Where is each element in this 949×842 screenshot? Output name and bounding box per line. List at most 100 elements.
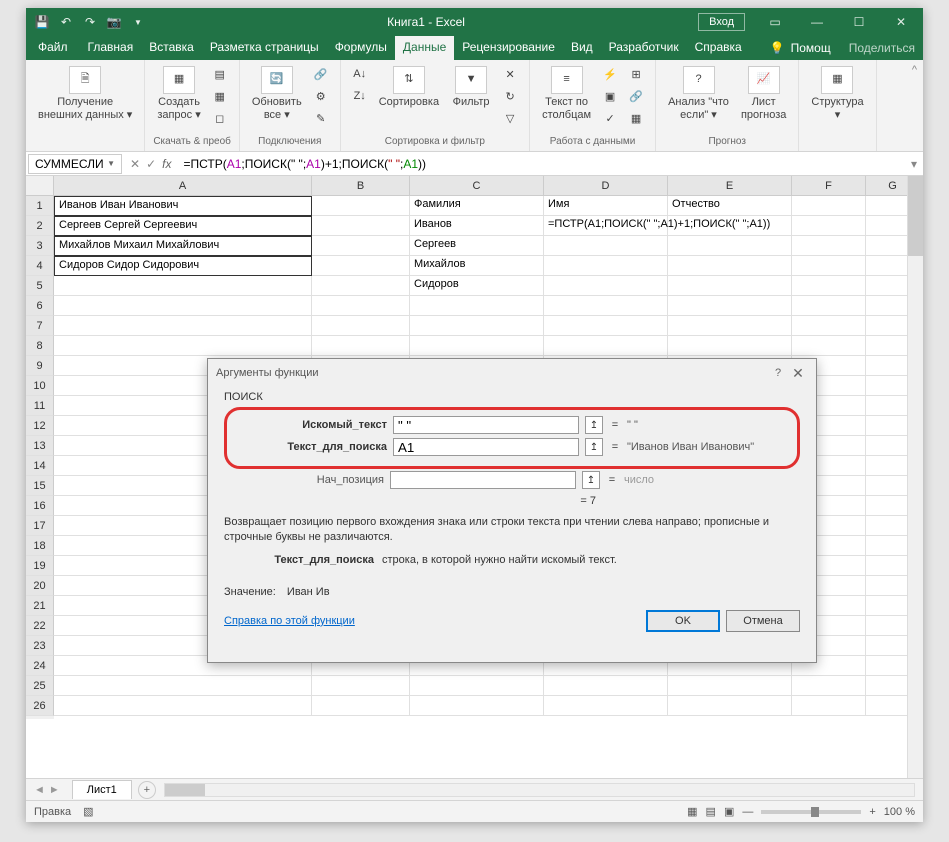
row-header-1[interactable]: 1 [26,196,54,216]
zoom-level[interactable]: 100 % [884,806,915,818]
arg3-collapse-icon[interactable]: ↥ [582,471,600,489]
cancel-formula-icon[interactable]: ✕ [130,157,140,171]
row-header-23[interactable]: 23 [26,636,54,656]
cell-C6[interactable] [410,296,544,316]
row-header-22[interactable]: 22 [26,616,54,636]
row-header-9[interactable]: 9 [26,356,54,376]
cell-F6[interactable] [792,296,866,316]
arg1-input[interactable] [393,416,579,434]
cell-C8[interactable] [410,336,544,356]
cell-D26[interactable] [544,696,668,716]
relationships-icon[interactable]: 🔗 [625,86,647,106]
tab-home[interactable]: Главная [80,36,142,60]
zoom-slider[interactable] [761,810,861,814]
cell-C25[interactable] [410,676,544,696]
sort-za-icon[interactable]: Z↓ [349,86,371,106]
row-header-16[interactable]: 16 [26,496,54,516]
row-header-10[interactable]: 10 [26,376,54,396]
cell-B4[interactable] [312,256,410,276]
ok-button[interactable]: OK [646,610,720,632]
cell-B7[interactable] [312,316,410,336]
data-validation-icon[interactable]: ✓ [599,108,621,128]
arg3-input[interactable] [390,471,576,489]
minimize-icon[interactable]: ― [797,8,837,36]
cell-B26[interactable] [312,696,410,716]
cell-F8[interactable] [792,336,866,356]
col-header-D[interactable]: D [544,176,668,196]
row-header-15[interactable]: 15 [26,476,54,496]
cell-C1[interactable]: Фамилия [410,196,544,216]
tab-data[interactable]: Данные [395,36,454,60]
edit-links-icon[interactable]: ✎ [310,108,332,128]
cell-F4[interactable] [792,256,866,276]
cell-D2[interactable]: =ПСТР(A1;ПОИСК(" ";A1)+1;ПОИСК(" ";A1)) [544,216,668,236]
enter-formula-icon[interactable]: ✓ [146,157,156,171]
cell-C26[interactable] [410,696,544,716]
clear-filter-icon[interactable]: ✕ [499,64,521,84]
data-model-icon[interactable]: ▦ [625,108,647,128]
zoom-out-icon[interactable]: ― [742,806,753,818]
sheet-nav-next-icon[interactable]: ► [49,784,60,796]
outline-button[interactable]: ▦Структура ▾ [807,64,867,124]
row-header-18[interactable]: 18 [26,536,54,556]
cell-A7[interactable] [54,316,312,336]
cell-D25[interactable] [544,676,668,696]
row-header-4[interactable]: 4 [26,256,54,276]
cell-A2[interactable]: Сергеев Сергей Сергеевич [54,216,312,236]
col-header-E[interactable]: E [668,176,792,196]
tab-formulas[interactable]: Формулы [327,36,395,60]
collapse-ribbon-icon[interactable]: ^ [906,60,923,151]
dialog-help-icon[interactable]: ? [768,367,788,379]
cell-F25[interactable] [792,676,866,696]
cell-A8[interactable] [54,336,312,356]
row-header-21[interactable]: 21 [26,596,54,616]
row-header-24[interactable]: 24 [26,656,54,676]
col-header-B[interactable]: B [312,176,410,196]
cell-A26[interactable] [54,696,312,716]
cell-B25[interactable] [312,676,410,696]
formula-input[interactable]: =ПСТР(A1;ПОИСК(" ";A1)+1;ПОИСК(" ";A1)) [177,155,905,173]
cell-D7[interactable] [544,316,668,336]
cell-C7[interactable] [410,316,544,336]
qat-dropdown-icon[interactable]: ▼ [130,14,146,30]
cell-E1[interactable]: Отчество [668,196,792,216]
dialog-close-icon[interactable]: ✕ [788,365,808,382]
whatif-button[interactable]: ?Анализ "что если" ▾ [664,64,733,124]
sort-button[interactable]: ⇅Сортировка [375,64,443,111]
row-header-7[interactable]: 7 [26,316,54,336]
col-header-F[interactable]: F [792,176,866,196]
horizontal-scrollbar[interactable] [164,783,915,797]
cell-A4[interactable]: Сидоров Сидор Сидорович [54,256,312,276]
show-queries-icon[interactable]: ▤ [209,64,231,84]
cell-E6[interactable] [668,296,792,316]
view-pagelayout-icon[interactable]: ▤ [706,805,716,818]
cell-E2[interactable] [668,216,792,236]
cell-C4[interactable]: Михайлов [410,256,544,276]
vertical-scrollbar[interactable] [907,176,923,778]
tab-view[interactable]: Вид [563,36,601,60]
row-header-6[interactable]: 6 [26,296,54,316]
cell-B6[interactable] [312,296,410,316]
select-all-corner[interactable] [26,176,54,196]
undo-icon[interactable]: ↶ [58,14,74,30]
tab-help[interactable]: Справка [687,36,750,60]
arg2-collapse-icon[interactable]: ↥ [585,438,603,456]
refresh-all-button[interactable]: 🔄Обновить все ▾ [248,64,306,124]
row-header-14[interactable]: 14 [26,456,54,476]
external-data-button[interactable]: 🗎Получение внешних данных ▾ [34,64,136,124]
cell-D8[interactable] [544,336,668,356]
flash-fill-icon[interactable]: ⚡ [599,64,621,84]
cell-A5[interactable] [54,276,312,296]
row-header-8[interactable]: 8 [26,336,54,356]
reapply-icon[interactable]: ↻ [499,86,521,106]
cell-E3[interactable] [668,236,792,256]
dialog-titlebar[interactable]: Аргументы функции ? ✕ [208,359,816,387]
cell-F3[interactable] [792,236,866,256]
view-pagebreak-icon[interactable]: ▣ [724,805,734,818]
signin-button[interactable]: Вход [698,13,745,31]
col-header-A[interactable]: A [54,176,312,196]
add-sheet-button[interactable]: + [138,781,156,799]
connections-icon[interactable]: 🔗 [310,64,332,84]
close-icon[interactable]: ✕ [881,8,921,36]
tab-developer[interactable]: Разработчик [601,36,687,60]
